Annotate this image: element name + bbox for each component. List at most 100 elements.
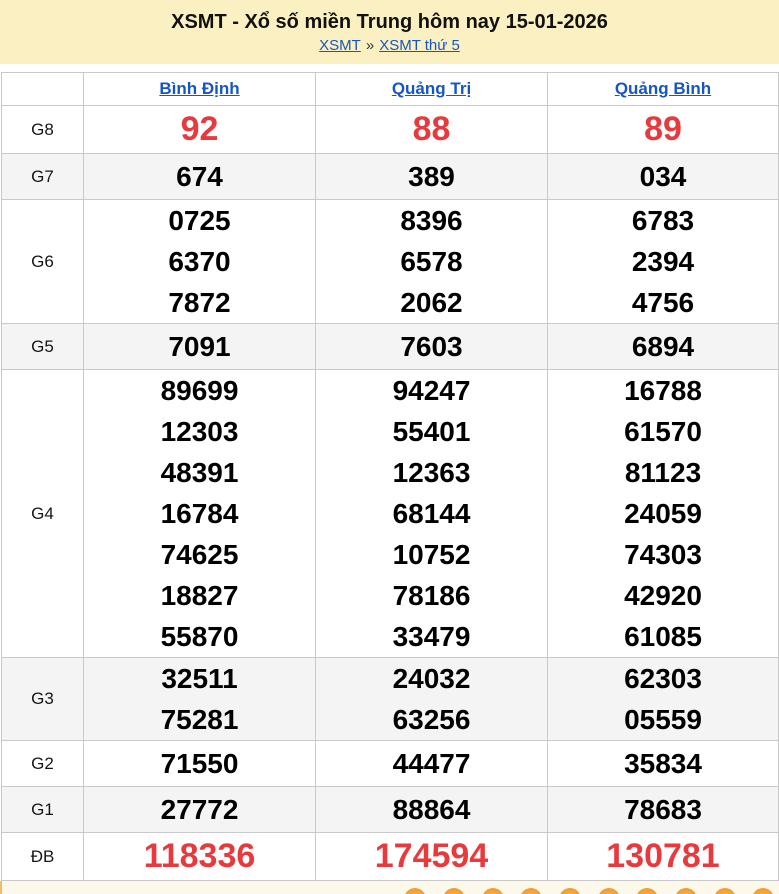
page-header: XSMT - Xổ số miền Trung hôm nay 15-01-20… — [0, 0, 779, 64]
result-cell: 16788 61570 81123 24059 74303 42920 6108… — [548, 370, 779, 658]
result-number: 118336 — [84, 833, 315, 880]
result-number: 71550 — [84, 743, 315, 784]
result-number: 35834 — [548, 743, 778, 784]
result-number: 16788 — [548, 370, 778, 411]
prize-label-g2: G2 — [2, 741, 84, 787]
result-number: 2394 — [548, 241, 778, 282]
result-cell: 7091 — [84, 324, 316, 370]
result-cell: 174594 — [316, 833, 548, 881]
result-number: 18827 — [84, 575, 315, 616]
result-number: 130781 — [548, 833, 778, 880]
lottery-ball-icon — [443, 888, 465, 894]
result-number: 24032 — [316, 658, 547, 699]
result-cell: 78683 — [548, 787, 779, 833]
result-number: 44477 — [316, 743, 547, 784]
result-cell: 389 — [316, 154, 548, 200]
prize-label-g7: G7 — [2, 154, 84, 200]
result-number: 55870 — [84, 616, 315, 657]
lottery-ball-icon — [752, 888, 774, 894]
result-number: 12363 — [316, 452, 547, 493]
corner-cell — [2, 73, 84, 106]
prize-label-g4: G4 — [2, 370, 84, 658]
breadcrumb-link-current[interactable]: XSMT thứ 5 — [379, 37, 460, 54]
result-number: 78186 — [316, 575, 547, 616]
lottery-ball-icon — [636, 888, 658, 894]
result-number: 75281 — [84, 699, 315, 740]
table-row-g3: G3 32511 75281 24032 63256 62303 05559 — [2, 658, 779, 741]
result-cell: 71550 — [84, 741, 316, 787]
result-cell: 24032 63256 — [316, 658, 548, 741]
prize-label-g8: G8 — [2, 106, 84, 154]
result-cell: 44477 — [316, 741, 548, 787]
table-header-row: Bình Định Quảng Trị Quảng Bình — [2, 73, 779, 106]
table-row-g8: G8 92 88 89 — [2, 106, 779, 154]
result-number: 48391 — [84, 452, 315, 493]
lottery-ball-icon — [675, 888, 697, 894]
result-number: 24059 — [548, 493, 778, 534]
result-number: 89699 — [84, 370, 315, 411]
result-number: 33479 — [316, 616, 547, 657]
result-number: 174594 — [316, 833, 547, 880]
result-cell: 27772 — [84, 787, 316, 833]
result-number: 74625 — [84, 534, 315, 575]
result-cell: 62303 05559 — [548, 658, 779, 741]
table-row-g1: G1 27772 88864 78683 — [2, 787, 779, 833]
result-number: 6894 — [548, 326, 778, 367]
table-row-g4: G4 89699 12303 48391 16784 74625 18827 5… — [2, 370, 779, 658]
breadcrumb: XSMT » XSMT thứ 5 — [0, 37, 779, 54]
result-number: 32511 — [84, 658, 315, 699]
table-row-g2: G2 71550 44477 35834 — [2, 741, 779, 787]
prize-label-g6: G6 — [2, 200, 84, 324]
result-number: 42920 — [548, 575, 778, 616]
result-number: 2062 — [316, 282, 547, 323]
prize-label-g1: G1 — [2, 787, 84, 833]
result-cell: 6783 2394 4756 — [548, 200, 779, 324]
result-number: 27772 — [84, 789, 315, 830]
result-number: 10752 — [316, 534, 547, 575]
table-row-g5: G5 7091 7603 6894 — [2, 324, 779, 370]
breadcrumb-separator: » — [366, 37, 374, 54]
province-link-binh-dinh[interactable]: Bình Định — [159, 79, 239, 98]
lottery-ball-icon — [520, 888, 542, 894]
result-number: 62303 — [548, 658, 778, 699]
breadcrumb-link-xsmt[interactable]: XSMT — [319, 37, 361, 54]
result-number: 12303 — [84, 411, 315, 452]
result-number: 55401 — [316, 411, 547, 452]
lottery-ball-icon — [404, 888, 426, 894]
result-cell: 88864 — [316, 787, 548, 833]
result-number: 63256 — [316, 699, 547, 740]
table-row-g7: G7 674 389 034 — [2, 154, 779, 200]
result-number: 81123 — [548, 452, 778, 493]
result-number: 68144 — [316, 493, 547, 534]
table-row-g6: G6 0725 6370 7872 8396 6578 2062 6783 23… — [2, 200, 779, 324]
prize-label-db: ĐB — [2, 833, 84, 881]
result-number: 61085 — [548, 616, 778, 657]
lottery-ball-icon — [714, 888, 736, 894]
result-number: 94247 — [316, 370, 547, 411]
result-number: 74303 — [548, 534, 778, 575]
result-number: 61570 — [548, 411, 778, 452]
result-cell: 92 — [84, 106, 316, 154]
result-number: 0725 — [84, 200, 315, 241]
column-header-binh-dinh: Bình Định — [84, 73, 316, 106]
province-link-quang-binh[interactable]: Quảng Bình — [615, 79, 711, 98]
result-number: 034 — [548, 156, 778, 197]
result-number: 6783 — [548, 200, 778, 241]
result-cell: 130781 — [548, 833, 779, 881]
result-number: 674 — [84, 156, 315, 197]
result-number: 389 — [316, 156, 547, 197]
result-number: 7091 — [84, 326, 315, 367]
result-cell: 89699 12303 48391 16784 74625 18827 5587… — [84, 370, 316, 658]
result-number: 7603 — [316, 326, 547, 367]
result-cell: 674 — [84, 154, 316, 200]
province-link-quang-tri[interactable]: Quảng Trị — [392, 79, 471, 98]
result-cell: 118336 — [84, 833, 316, 881]
result-cell: 35834 — [548, 741, 779, 787]
column-header-quang-tri: Quảng Trị — [316, 73, 548, 106]
result-cell: 32511 75281 — [84, 658, 316, 741]
result-number: 4756 — [548, 282, 778, 323]
lottery-ball-icon — [559, 888, 581, 894]
result-cell: 88 — [316, 106, 548, 154]
result-cell: 0725 6370 7872 — [84, 200, 316, 324]
result-number: 6370 — [84, 241, 315, 282]
